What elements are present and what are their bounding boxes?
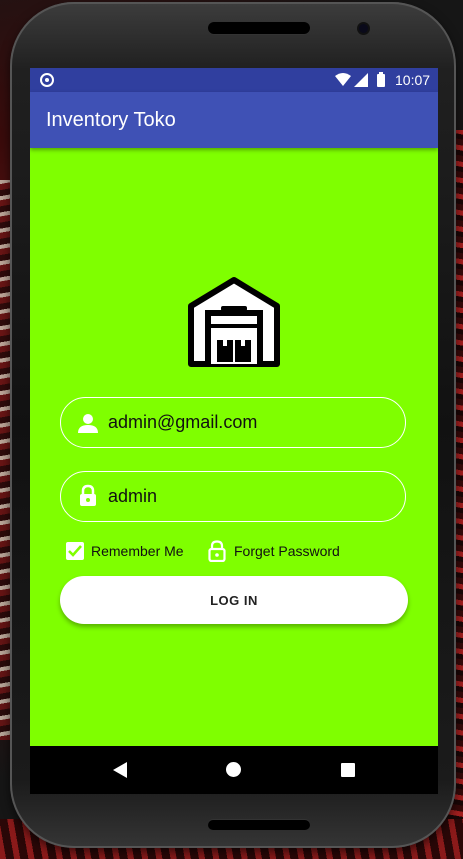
navigation-bar <box>30 746 438 794</box>
app-title: Inventory Toko <box>46 109 176 131</box>
remember-me-label: Remember Me <box>91 543 184 559</box>
bottom-speaker <box>208 820 310 830</box>
checkbox-box[interactable] <box>66 542 84 560</box>
status-time: 10:07 <box>395 72 431 88</box>
email-field[interactable] <box>60 397 406 448</box>
email-input[interactable] <box>108 408 388 436</box>
battery-icon <box>377 72 385 87</box>
password-input[interactable] <box>108 482 388 510</box>
earpiece-speaker <box>208 22 310 34</box>
app-screen: 10:07 Inventory Toko admin@gmail.com adm… <box>30 68 438 794</box>
app-bar: Inventory Toko <box>30 92 438 148</box>
recents-icon[interactable] <box>341 763 355 777</box>
login-button[interactable]: LOG IN <box>60 576 408 624</box>
password-field[interactable] <box>60 471 406 522</box>
lock-icon <box>80 484 96 506</box>
signal-icon <box>354 73 368 87</box>
forget-password-label: Forget Password <box>234 543 340 559</box>
front-camera <box>359 24 368 33</box>
remember-me-checkbox[interactable]: Remember Me <box>66 541 184 561</box>
home-icon[interactable] <box>226 762 241 777</box>
notification-icon <box>40 73 54 87</box>
checkmark-icon <box>68 545 82 557</box>
person-icon <box>78 414 98 433</box>
wifi-icon <box>335 73 351 86</box>
forget-password-link[interactable]: Forget Password <box>208 540 340 562</box>
warehouse-icon <box>188 277 280 367</box>
status-bar: 10:07 <box>30 68 438 92</box>
unlock-icon <box>208 540 226 562</box>
back-icon[interactable] <box>113 762 127 778</box>
